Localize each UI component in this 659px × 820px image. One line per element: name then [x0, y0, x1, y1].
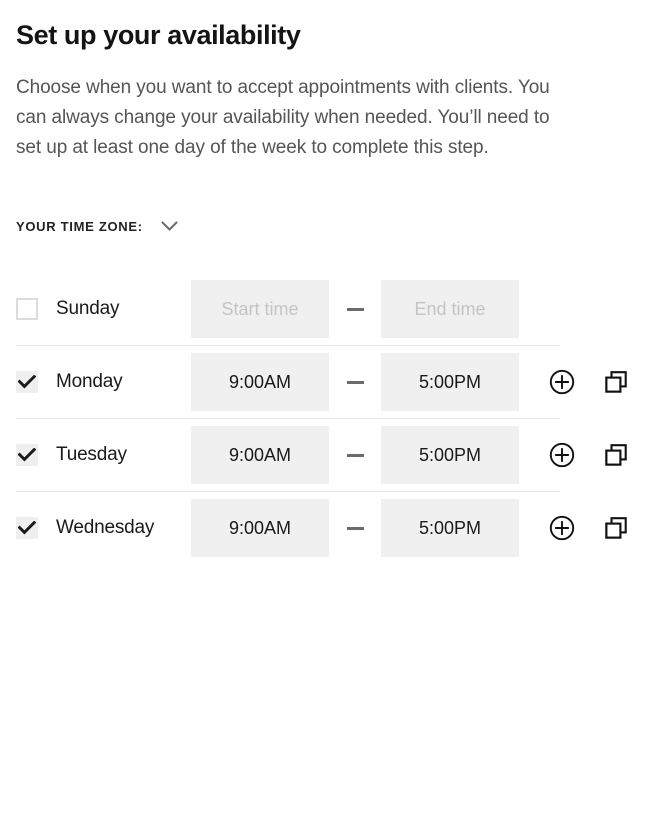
- page-title: Set up your availability: [16, 20, 301, 50]
- add-time-slot-button[interactable]: [547, 440, 577, 470]
- row-actions: [547, 367, 631, 397]
- day-row-sunday: Sunday Start time End time: [16, 273, 643, 345]
- day-label: Wednesday: [56, 517, 155, 539]
- day-enabled-checkbox-wednesday[interactable]: [16, 517, 38, 540]
- start-time-field[interactable]: 9:00AM: [191, 426, 329, 485]
- day-label: Sunday: [56, 298, 120, 320]
- day-enabled-checkbox-tuesday[interactable]: [16, 444, 38, 467]
- time-range-separator: [329, 307, 381, 311]
- copy-icon: [605, 444, 627, 466]
- day-label: Tuesday: [56, 444, 127, 466]
- day-row-wednesday: Wednesday 9:00AM 5:00PM: [16, 492, 643, 564]
- timezone-selector[interactable]: YOUR TIME ZONE:: [16, 215, 643, 237]
- end-time-field[interactable]: End time: [381, 280, 519, 339]
- start-time-field[interactable]: Start time: [191, 280, 329, 339]
- availability-setup-page: Set up your availability Choose when you…: [0, 20, 659, 564]
- time-range-separator: [329, 380, 381, 384]
- copy-icon: [605, 371, 627, 393]
- add-time-slot-button[interactable]: [547, 513, 577, 543]
- start-time-field[interactable]: 9:00AM: [191, 353, 329, 412]
- copy-icon: [605, 517, 627, 539]
- time-range-separator: [329, 526, 381, 530]
- time-range-separator: [329, 453, 381, 457]
- add-time-slot-button[interactable]: [547, 367, 577, 397]
- check-icon: [18, 375, 36, 389]
- duplicate-schedule-button[interactable]: [601, 513, 631, 543]
- end-time-field[interactable]: 5:00PM: [381, 426, 519, 485]
- check-icon: [18, 521, 36, 535]
- row-actions: [547, 513, 631, 543]
- day-row-tuesday: Tuesday 9:00AM 5:00PM: [16, 419, 643, 491]
- availability-day-list: Sunday Start time End time Monday 9:00AM…: [16, 273, 643, 564]
- page-description: Choose when you want to accept appointme…: [16, 77, 550, 159]
- chevron-down-icon[interactable]: [161, 220, 178, 232]
- plus-circle-icon: [549, 442, 575, 468]
- end-time-field[interactable]: 5:00PM: [381, 499, 519, 558]
- day-enabled-checkbox-sunday[interactable]: [16, 298, 38, 321]
- timezone-label: YOUR TIME ZONE:: [16, 218, 143, 234]
- day-label: Monday: [56, 371, 123, 393]
- plus-circle-icon: [549, 515, 575, 541]
- row-actions: [547, 440, 631, 470]
- start-time-field[interactable]: 9:00AM: [191, 499, 329, 558]
- day-row-monday: Monday 9:00AM 5:00PM: [16, 346, 643, 418]
- check-icon: [18, 448, 36, 462]
- plus-circle-icon: [549, 369, 575, 395]
- end-time-field[interactable]: 5:00PM: [381, 353, 519, 412]
- duplicate-schedule-button[interactable]: [601, 367, 631, 397]
- duplicate-schedule-button[interactable]: [601, 440, 631, 470]
- day-enabled-checkbox-monday[interactable]: [16, 371, 38, 394]
